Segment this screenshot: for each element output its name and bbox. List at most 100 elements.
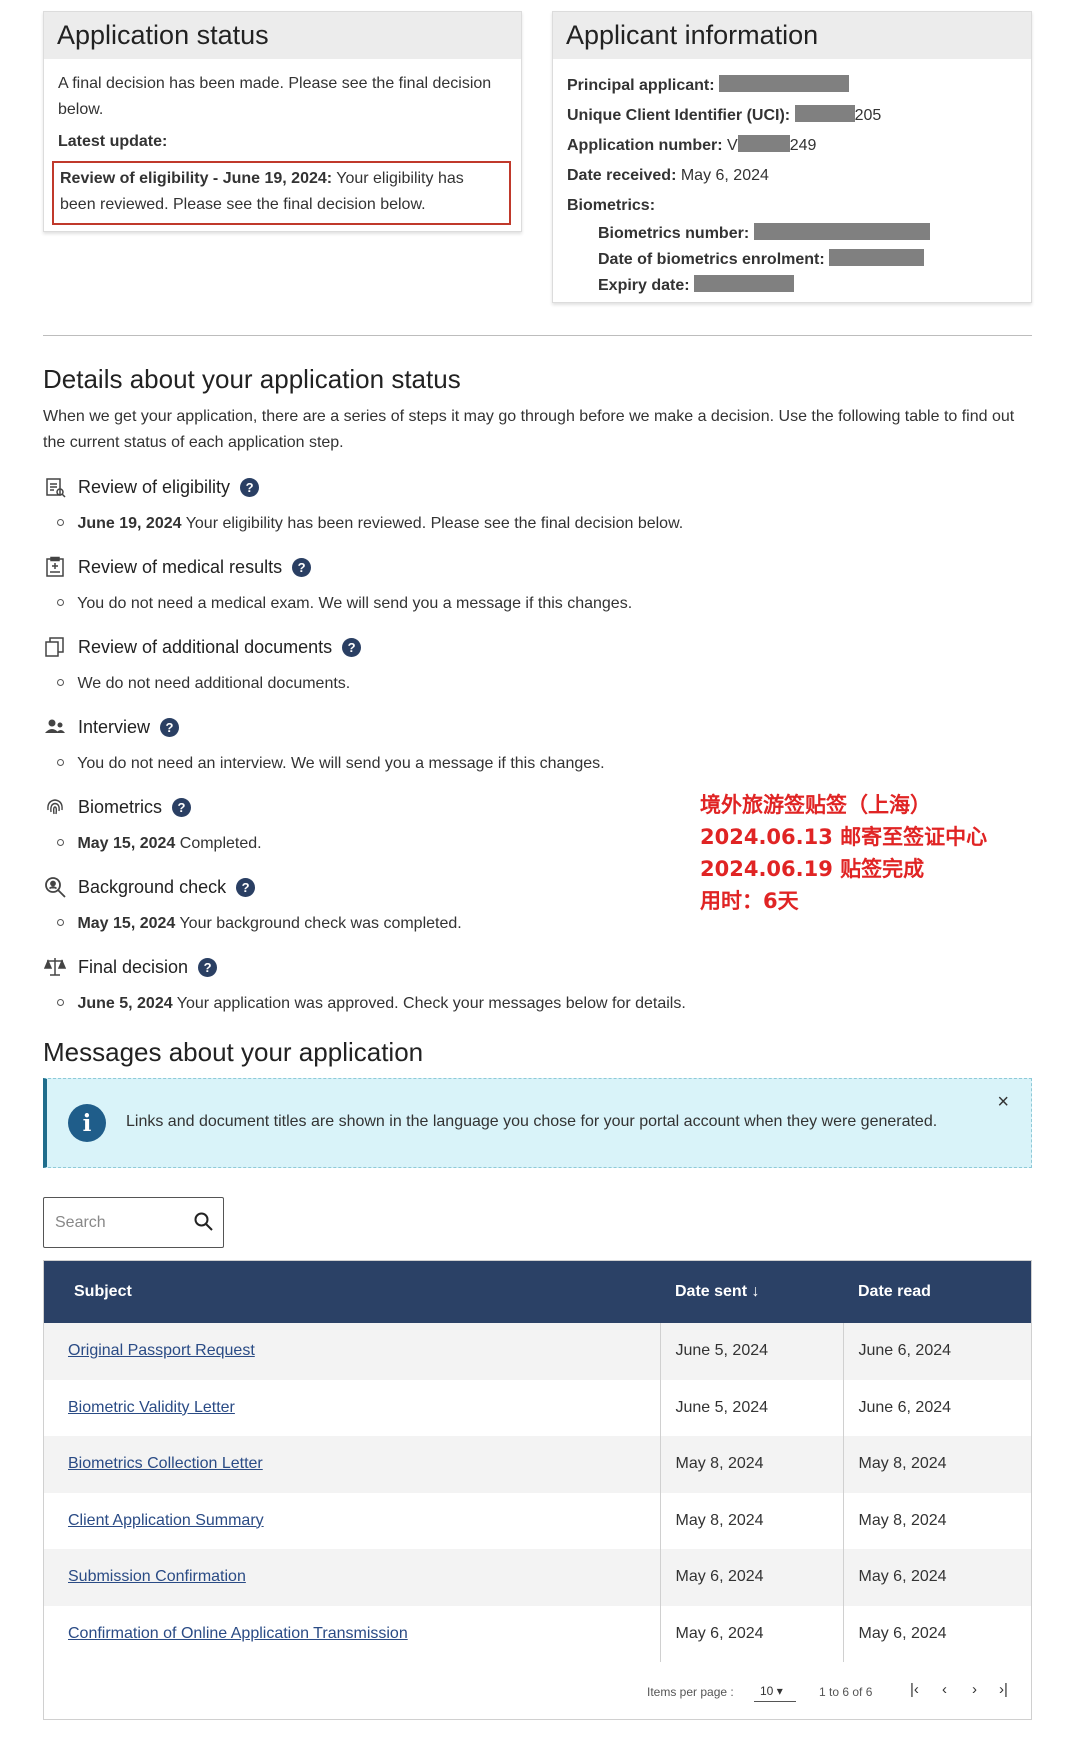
table-row: Biometric Validity Letter June 5, 2024 J…: [44, 1379, 1031, 1436]
details-heading: Details about your application status: [43, 364, 461, 394]
step-text: We do not need additional documents.: [77, 675, 351, 692]
search-box: [43, 1197, 224, 1248]
message-subject-link[interactable]: Submission Confirmation: [68, 1568, 246, 1585]
date-read-cell: June 6, 2024: [842, 1323, 1031, 1380]
message-subject-link[interactable]: Biometric Validity Letter: [68, 1399, 235, 1416]
latest-update-title: Review of eligibility - June 19, 2024:: [60, 170, 333, 187]
date-read-cell: June 6, 2024: [842, 1379, 1031, 1436]
info-icon: i: [68, 1104, 106, 1142]
help-icon[interactable]: ?: [160, 717, 180, 737]
date-read-cell: May 6, 2024: [842, 1549, 1031, 1606]
step-name: Review of additional documents: [78, 636, 333, 657]
redacted-block: [737, 135, 790, 152]
expiry-date-label: Expiry date:: [598, 277, 690, 294]
application-number-label: Application number:: [567, 137, 723, 154]
uci-suffix: 205: [854, 107, 882, 124]
date-received-row: Date received: May 6, 2024: [567, 161, 1017, 191]
messages-heading: Messages about your application: [43, 1037, 424, 1067]
last-page-icon[interactable]: ›|: [999, 1681, 1008, 1698]
annotation-line: 境外旅游签贴签（上海）: [700, 793, 931, 817]
help-icon[interactable]: ?: [236, 877, 256, 897]
step-text: Your application was approved. Check you…: [176, 995, 686, 1012]
step-text: Completed.: [179, 835, 262, 852]
people-icon: [43, 715, 67, 739]
step-name: Interview: [78, 716, 151, 737]
step-background-check: Background check ?: [43, 872, 256, 902]
uci-row: Unique Client Identifier (UCI): 205: [567, 101, 1017, 131]
items-per-page-select[interactable]: 10 ▾: [754, 1680, 796, 1702]
application-number-prefix: V: [727, 137, 738, 154]
message-subject-link[interactable]: Confirmation of Online Application Trans…: [68, 1625, 408, 1642]
annotation-line: 2024.06.19 贴签完成: [700, 857, 925, 881]
messages-table: Subject Date sent ↓ Date read Original P…: [43, 1260, 1032, 1720]
message-subject-link[interactable]: Biometrics Collection Letter: [68, 1455, 263, 1472]
table-paginator: Items per page : 10 ▾ 1 to 6 of 6 |‹ ‹ ›…: [44, 1671, 1031, 1719]
search-input[interactable]: [44, 1198, 189, 1247]
section-divider: [43, 335, 1032, 336]
step-name: Review of eligibility: [78, 476, 231, 497]
step-final-decision: Final decision ?: [43, 952, 218, 982]
column-date-read: Date read: [843, 1261, 1031, 1323]
first-page-icon[interactable]: |‹: [910, 1681, 919, 1698]
biometrics-label: Biometrics:: [567, 197, 656, 214]
application-status-card: Application status A final decision has …: [43, 11, 522, 232]
items-per-page-label: Items per page :: [647, 1685, 734, 1699]
table-row: Submission Confirmation May 6, 2024 May …: [44, 1549, 1031, 1606]
chevron-down-icon: ▾: [776, 1684, 783, 1698]
date-read-cell: May 8, 2024: [842, 1436, 1031, 1493]
help-icon[interactable]: ?: [342, 637, 362, 657]
date-read-cell: May 6, 2024: [842, 1605, 1031, 1662]
step-text: Your background check was completed.: [179, 915, 462, 932]
items-per-page-value: 10: [760, 1684, 774, 1698]
biometrics-date-label: Date of biometrics enrolment:: [598, 251, 825, 268]
step-date: May 15, 2024: [77, 915, 176, 932]
date-read-cell: May 8, 2024: [842, 1492, 1031, 1549]
date-sent-cell: May 6, 2024: [659, 1605, 843, 1662]
help-icon[interactable]: ?: [240, 477, 260, 497]
table-row: Original Passport Request June 5, 2024 J…: [44, 1323, 1031, 1380]
step-detail: You do not need a medical exam. We will …: [57, 592, 632, 616]
date-received-label: Date received:: [567, 167, 677, 184]
date-sent-cell: June 5, 2024: [659, 1379, 843, 1436]
column-date-sent[interactable]: Date sent ↓: [660, 1261, 843, 1323]
visa-timeline-annotation: 境外旅游签贴签（上海） 2024.06.13 邮寄至签证中心 2024.06.1…: [700, 789, 987, 917]
step-text: You do not need an interview. We will se…: [77, 755, 605, 772]
help-icon[interactable]: ?: [292, 557, 312, 577]
application-number-row: Application number: V 249: [567, 131, 1017, 161]
status-message: A final decision has been made. Please s…: [58, 75, 492, 118]
step-date: June 19, 2024: [77, 515, 182, 532]
step-review-medical: Review of medical results ?: [43, 552, 312, 582]
language-info-alert: i Links and document titles are shown in…: [43, 1078, 1032, 1168]
column-subject: Subject: [44, 1261, 660, 1323]
date-sent-cell: May 8, 2024: [659, 1436, 843, 1493]
date-received-value: May 6, 2024: [680, 167, 769, 184]
step-detail: You do not need an interview. We will se…: [57, 752, 605, 776]
message-subject-link[interactable]: Client Application Summary: [68, 1512, 264, 1529]
date-sent-cell: May 8, 2024: [659, 1492, 843, 1549]
help-icon[interactable]: ?: [172, 797, 192, 817]
step-detail: June 5, 2024 Your application was approv…: [57, 992, 686, 1016]
fingerprint-icon: [43, 795, 67, 819]
message-subject-link[interactable]: Original Passport Request: [68, 1342, 255, 1359]
step-detail: We do not need additional documents.: [57, 672, 350, 696]
step-interview: Interview ?: [43, 712, 180, 742]
date-sent-cell: June 5, 2024: [659, 1323, 843, 1380]
biometrics-date-row: Date of biometrics enrolment:: [567, 247, 1017, 273]
applicant-information-title: Applicant information: [553, 12, 1031, 59]
next-page-icon[interactable]: ›: [972, 1681, 977, 1698]
close-icon[interactable]: ×: [997, 1091, 1009, 1114]
page-range: 1 to 6 of 6: [819, 1685, 873, 1699]
previous-page-icon[interactable]: ‹: [942, 1681, 947, 1698]
search-icon[interactable]: [194, 1212, 213, 1236]
application-status-title: Application status: [44, 12, 521, 59]
redacted-block: [794, 105, 855, 122]
step-name: Background check: [78, 876, 227, 897]
step-text: Your eligibility has been reviewed. Plea…: [185, 515, 684, 532]
step-name: Final decision: [78, 956, 189, 977]
help-icon[interactable]: ?: [198, 957, 218, 977]
redacted-block: [694, 275, 795, 292]
biometrics-row: Biometrics:: [567, 191, 1017, 221]
applicant-information-card: Applicant information Principal applican…: [552, 11, 1032, 303]
redacted-block: [719, 75, 850, 92]
step-review-documents: Review of additional documents ?: [43, 632, 362, 662]
